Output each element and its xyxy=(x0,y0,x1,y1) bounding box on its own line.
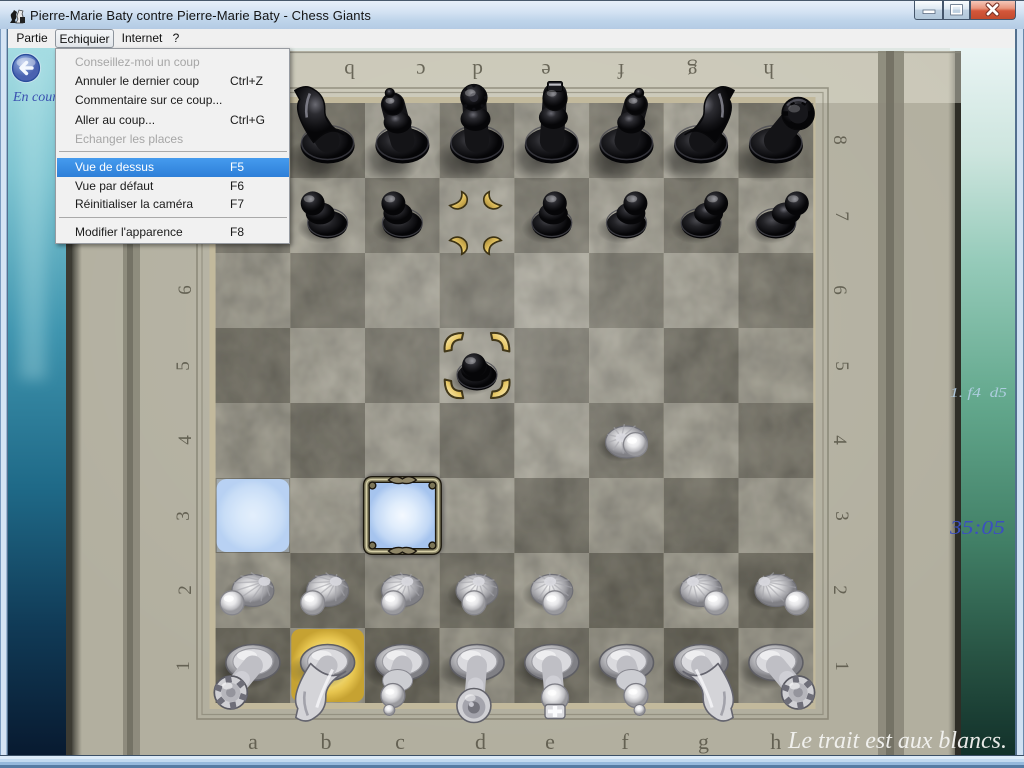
svg-text:1. f4 d5: 1. f4 d5 xyxy=(950,386,1007,401)
svg-text:4: 4 xyxy=(829,435,850,445)
svg-text:8: 8 xyxy=(829,135,850,145)
svg-text:2: 2 xyxy=(829,585,850,595)
svg-text:g: g xyxy=(687,59,698,83)
svg-text:6: 6 xyxy=(175,285,196,295)
svg-text:3: 3 xyxy=(173,511,194,521)
svg-text:1: 1 xyxy=(173,661,194,671)
svg-text:h: h xyxy=(770,729,781,754)
svg-text:4: 4 xyxy=(175,435,196,445)
svg-text:a: a xyxy=(248,729,258,754)
svg-text:d: d xyxy=(475,729,486,754)
svg-text:6: 6 xyxy=(829,285,850,295)
svg-text:e: e xyxy=(545,729,555,754)
svg-text:b: b xyxy=(321,729,332,754)
svg-text:3: 3 xyxy=(831,511,852,521)
svg-text:5: 5 xyxy=(173,361,194,371)
svg-text:7: 7 xyxy=(831,211,852,221)
svg-text:d: d xyxy=(472,59,483,83)
svg-text:5: 5 xyxy=(831,361,852,371)
svg-text:b: b xyxy=(344,59,355,83)
svg-text:Le trait est aux blancs.: Le trait est aux blancs. xyxy=(787,728,1007,754)
svg-text:35:05: 35:05 xyxy=(949,517,1005,539)
svg-text:1: 1 xyxy=(831,661,852,671)
svg-text:2: 2 xyxy=(175,585,196,595)
svg-text:h: h xyxy=(763,59,774,83)
svg-text:f: f xyxy=(621,729,629,754)
svg-text:c: c xyxy=(395,729,405,754)
svg-text:e: e xyxy=(541,59,550,83)
svg-text:f: f xyxy=(618,59,625,83)
svg-text:c: c xyxy=(416,59,425,83)
svg-text:g: g xyxy=(698,729,709,754)
